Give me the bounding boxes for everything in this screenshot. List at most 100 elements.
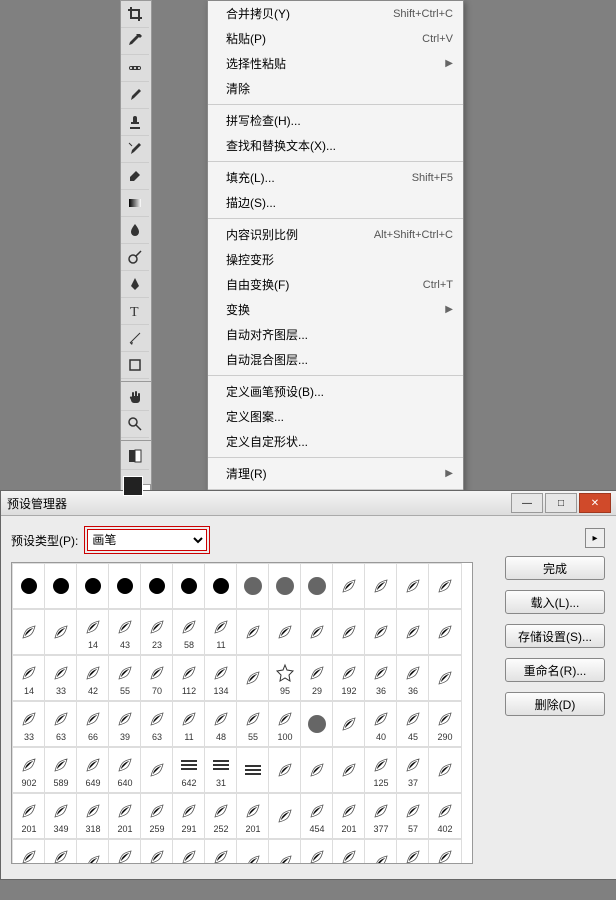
- brush-preset[interactable]: 55: [236, 701, 270, 747]
- maximize-button[interactable]: □: [545, 493, 577, 513]
- menu-item[interactable]: 选择性粘贴▶: [208, 51, 463, 76]
- brush-preset[interactable]: 95: [268, 655, 302, 701]
- brush-preset[interactable]: [44, 563, 78, 609]
- brush-preset[interactable]: 289: [428, 839, 462, 864]
- brush-preset[interactable]: [300, 701, 334, 747]
- color-mode[interactable]: [121, 443, 149, 470]
- brush-preset[interactable]: 902: [12, 747, 46, 793]
- rename-button[interactable]: 重命名(R)...: [505, 658, 605, 682]
- delete-button[interactable]: 删除(D): [505, 692, 605, 716]
- brush-preset[interactable]: 63: [44, 701, 78, 747]
- save-button[interactable]: 存储设置(S)...: [505, 624, 605, 648]
- close-button[interactable]: ✕: [579, 493, 611, 513]
- history-brush-tool[interactable]: [121, 136, 149, 163]
- brush-preset[interactable]: 66: [76, 701, 110, 747]
- brush-preset[interactable]: 37: [396, 747, 430, 793]
- brush-preset[interactable]: [428, 563, 462, 609]
- brush-preset[interactable]: 318: [76, 793, 110, 839]
- brush-preset[interactable]: [332, 701, 366, 747]
- brush-preset[interactable]: 443: [396, 839, 430, 864]
- brush-preset[interactable]: 259: [332, 839, 366, 864]
- hand-tool[interactable]: [121, 384, 149, 411]
- done-button[interactable]: 完成: [505, 556, 605, 580]
- brush-preset[interactable]: [300, 563, 334, 609]
- brush-preset[interactable]: 112: [172, 655, 206, 701]
- brush-preset[interactable]: 683: [44, 839, 78, 864]
- menu-item[interactable]: 变换▶: [208, 297, 463, 322]
- brush-preset[interactable]: 649: [76, 747, 110, 793]
- brush-preset[interactable]: [236, 839, 270, 864]
- brush-preset[interactable]: 125: [364, 747, 398, 793]
- brush-preset[interactable]: 39: [108, 701, 142, 747]
- type-tool[interactable]: T: [121, 298, 149, 325]
- brush-preset[interactable]: 57: [396, 793, 430, 839]
- brush-preset[interactable]: [140, 747, 174, 793]
- gradient-tool[interactable]: [121, 190, 149, 217]
- menu-item[interactable]: 清理(R)▶: [208, 461, 463, 486]
- brush-preset[interactable]: [172, 563, 206, 609]
- heal-tool[interactable]: [121, 55, 149, 82]
- stamp-tool[interactable]: [121, 109, 149, 136]
- menu-item[interactable]: 内容识别比例Alt+Shift+Ctrl+C: [208, 222, 463, 247]
- brush-preset[interactable]: 63: [140, 701, 174, 747]
- zoom-tool[interactable]: [121, 411, 149, 438]
- brush-preset[interactable]: 642: [172, 747, 206, 793]
- brush-preset[interactable]: 55: [108, 655, 142, 701]
- brush-preset[interactable]: [428, 747, 462, 793]
- brush-preset[interactable]: 14: [12, 655, 46, 701]
- brush-preset[interactable]: 32: [204, 839, 238, 864]
- brush-preset[interactable]: [268, 793, 302, 839]
- brush-preset[interactable]: [332, 563, 366, 609]
- menu-item[interactable]: 合并拷贝(Y)Shift+Ctrl+C: [208, 1, 463, 26]
- brush-preset[interactable]: 201: [236, 793, 270, 839]
- brush-preset[interactable]: 58: [172, 609, 206, 655]
- menu-item[interactable]: 拼写检查(H)...: [208, 108, 463, 133]
- brush-preset[interactable]: 14: [76, 609, 110, 655]
- menu-item[interactable]: 定义自定形状...: [208, 429, 463, 454]
- brush-preset[interactable]: [364, 839, 398, 864]
- brush-preset[interactable]: 192: [332, 655, 366, 701]
- menu-item[interactable]: 自动对齐图层...: [208, 322, 463, 347]
- flyout-menu-button[interactable]: ▸: [585, 528, 605, 548]
- brush-preset[interactable]: 306: [172, 839, 206, 864]
- brush-preset[interactable]: 43: [108, 609, 142, 655]
- brush-preset[interactable]: 333: [300, 839, 334, 864]
- brush-preset[interactable]: 33: [12, 701, 46, 747]
- brush-preset[interactable]: 259: [140, 793, 174, 839]
- brush-preset[interactable]: 100: [12, 839, 46, 864]
- brush-preset[interactable]: 36: [364, 655, 398, 701]
- path-tool[interactable]: [121, 325, 149, 352]
- brush-tool[interactable]: [121, 82, 149, 109]
- minimize-button[interactable]: —: [511, 493, 543, 513]
- brush-preset[interactable]: 201: [332, 793, 366, 839]
- brush-preset[interactable]: [364, 609, 398, 655]
- brush-preset[interactable]: 40: [364, 701, 398, 747]
- load-button[interactable]: 载入(L)...: [505, 590, 605, 614]
- brush-preset[interactable]: [44, 609, 78, 655]
- brush-preset[interactable]: 201: [108, 793, 142, 839]
- brush-preset[interactable]: 29: [300, 655, 334, 701]
- brush-preset[interactable]: [428, 609, 462, 655]
- brush-preset[interactable]: 23: [140, 609, 174, 655]
- brush-preset[interactable]: 70: [140, 655, 174, 701]
- menu-item[interactable]: 操控变形: [208, 247, 463, 272]
- brush-preset[interactable]: [332, 747, 366, 793]
- brush-preset[interactable]: [268, 839, 302, 864]
- brush-preset[interactable]: [12, 609, 46, 655]
- brush-preset[interactable]: [396, 563, 430, 609]
- brush-preset[interactable]: 100: [268, 701, 302, 747]
- menu-item[interactable]: 自由变换(F)Ctrl+T: [208, 272, 463, 297]
- brush-preset[interactable]: [332, 609, 366, 655]
- menu-item[interactable]: 定义画笔预设(B)...: [208, 379, 463, 404]
- brush-preset[interactable]: [140, 563, 174, 609]
- brush-preset[interactable]: 402: [428, 793, 462, 839]
- brush-preset[interactable]: [76, 839, 110, 864]
- brush-preset[interactable]: 11: [204, 609, 238, 655]
- brush-preset[interactable]: [364, 563, 398, 609]
- menu-item[interactable]: 填充(L)...Shift+F5: [208, 165, 463, 190]
- brush-preset[interactable]: 454: [300, 793, 334, 839]
- eraser-tool[interactable]: [121, 163, 149, 190]
- brush-preset[interactable]: 640: [108, 747, 142, 793]
- brush-preset[interactable]: [236, 655, 270, 701]
- brush-preset[interactable]: 291: [172, 793, 206, 839]
